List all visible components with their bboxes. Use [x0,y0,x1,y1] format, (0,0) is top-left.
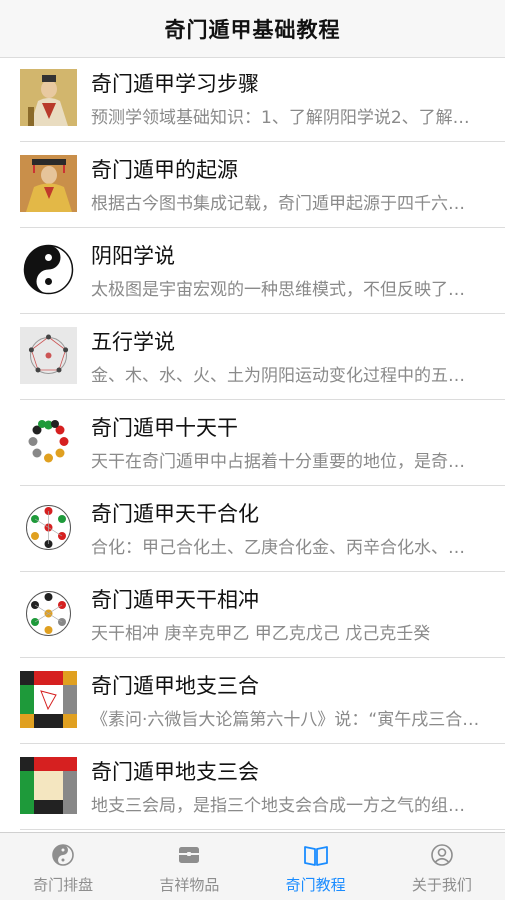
tab-bar: 奇门排盘 吉祥物品 奇门教程 关于我们 [0,832,505,900]
article-item[interactable]: 奇门遁甲十天干 天干在奇门遁甲中占据着十分重要的地位，是奇门的核心 [0,400,505,486]
article-item[interactable]: 奇门遁甲地支三会 地支三会局，是指三个地支会合成一方之气的组合关系 [0,744,505,830]
article-item[interactable]: 奇门遁甲地支三合 《素问·六微旨大论篇第六十八》说：“寅午戌三合火局” [0,658,505,744]
tab-about[interactable]: 关于我们 [379,833,505,900]
stems-clash-circle-thumbnail [20,585,77,642]
emperor-painting-thumbnail [20,155,77,212]
branches-meeting-grid-thumbnail [20,757,77,814]
article-title: 奇门遁甲十天干 [91,416,238,440]
yin-yang-icon [52,844,74,866]
article-item[interactable]: 阴阳学说 太极图是宇宙宏观的一种思维模式，不但反映了阴阳变化 [0,228,505,314]
branches-triad-grid-thumbnail [20,671,77,728]
tab-label: 吉祥物品 [159,876,220,894]
article-description: 天干相冲 庚辛克甲乙 甲乙克戊己 戊己克壬癸 [91,624,431,644]
article-list[interactable]: 奇门遁甲学习步骤 预测学领域基础知识：1、了解阴阳学说2、了解五行学说 奇门遁甲… [0,58,505,832]
tab-label: 奇门教程 [285,876,346,894]
article-title: 奇门遁甲地支三会 [91,760,259,784]
ten-stems-circle-thumbnail [20,413,77,470]
article-description: 预测学领域基础知识：1、了解阴阳学说2、了解五行学说 [91,108,481,128]
navigation-bar: 奇门遁甲基础教程 [0,0,505,58]
article-description: 合化：甲己合化土、乙庚合化金、丙辛合化水、丁壬合化木 [91,538,481,558]
tab-items[interactable]: 吉祥物品 [126,833,252,900]
article-title: 奇门遁甲的起源 [91,158,238,182]
article-item[interactable]: 奇门遁甲学习步骤 预测学领域基础知识：1、了解阴阳学说2、了解五行学说 [0,58,505,142]
scholar-painting-thumbnail [20,69,77,126]
article-item[interactable]: 奇门遁甲的起源 根据古今图书集成记载，奇门遁甲起源于四千六百多年前 [0,142,505,228]
five-elements-diagram-thumbnail [20,327,77,384]
article-description: 天干在奇门遁甲中占据着十分重要的地位，是奇门的核心 [91,452,481,472]
stems-combine-circle-thumbnail [20,499,77,556]
article-title: 阴阳学说 [91,244,175,268]
article-title: 五行学说 [91,330,175,354]
article-description: 金、木、水、火、土为阴阳运动变化过程中的五种状态 [91,366,481,386]
tab-paipan[interactable]: 奇门排盘 [0,833,126,900]
tab-tutorial[interactable]: 奇门教程 [253,833,379,900]
article-item[interactable]: 五行学说 金、木、水、火、土为阴阳运动变化过程中的五种状态 [0,314,505,400]
tab-label: 关于我们 [411,876,472,894]
book-icon [303,846,328,866]
article-description: 根据古今图书集成记载，奇门遁甲起源于四千六百多年前 [91,194,481,214]
article-title: 奇门遁甲地支三合 [91,674,259,698]
user-icon [431,844,453,866]
box-icon [179,847,200,863]
article-description: 太极图是宇宙宏观的一种思维模式，不但反映了阴阳变化 [91,280,481,300]
article-title: 奇门遁甲学习步骤 [91,72,259,96]
article-item[interactable]: 奇门遁甲天干合化 合化：甲己合化土、乙庚合化金、丙辛合化水、丁壬合化木 [0,486,505,572]
divider [20,829,505,830]
yin-yang-thumbnail [20,241,77,298]
article-description: 地支三会局，是指三个地支会合成一方之气的组合关系 [91,796,481,816]
page-title: 奇门遁甲基础教程 [164,17,341,42]
article-description: 《素问·六微旨大论篇第六十八》说：“寅午戌三合火局” [91,710,481,730]
article-title: 奇门遁甲天干相冲 [91,588,259,612]
tab-label: 奇门排盘 [33,876,94,894]
article-item[interactable]: 奇门遁甲天干相冲 天干相冲 庚辛克甲乙 甲乙克戊己 戊己克壬癸 [0,572,505,658]
article-title: 奇门遁甲天干合化 [91,502,259,526]
